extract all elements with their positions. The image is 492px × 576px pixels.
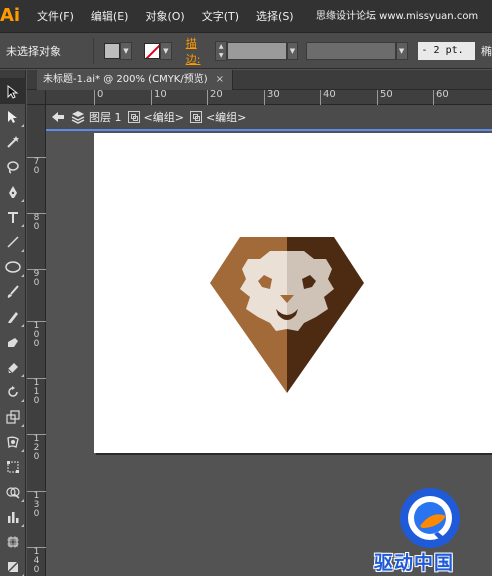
panel-grip[interactable] (0, 70, 25, 79)
ruler-tick: 1 2 0 (27, 434, 46, 462)
pen-tool-icon[interactable] (0, 179, 26, 204)
ruler-tick: 30 (264, 90, 280, 105)
stroke-weight-stepper[interactable]: ▲ ▼ (215, 40, 228, 61)
free-transform-icon[interactable] (0, 454, 26, 479)
isolation-mode-bar: 图层 1 <编组> <编组> (46, 105, 492, 131)
watermark-text: 驱动中国 (374, 552, 455, 574)
stroke-weight-dropdown-icon[interactable]: ▼ (286, 41, 299, 60)
ruler-tick: 1 0 0 (27, 321, 46, 349)
profile-dropdown-icon[interactable]: ▼ (395, 41, 408, 60)
menu-bar: Ai 文件(F) 编辑(E) 对象(O) 文字(T) 选择(S) 思缘设计论坛 … (0, 0, 492, 33)
fill-swatch[interactable] (104, 42, 121, 59)
illustrator-window: Ai 文件(F) 编辑(E) 对象(O) 文字(T) 选择(S) 思缘设计论坛 … (0, 0, 492, 576)
menu-select[interactable]: 选择(S) (256, 8, 294, 24)
document-tab-title: 未标题-1.ai* @ 200% (CMYK/预览) (43, 74, 208, 85)
variable-width-profile[interactable] (306, 41, 396, 60)
breadcrumb-group-2[interactable]: <编组> (206, 109, 246, 125)
menu-object[interactable]: 对象(O) (145, 8, 184, 24)
ruler-tick: 60 (433, 90, 449, 105)
selection-status: 未选择对象 (6, 44, 61, 58)
ruler-tick: 20 (207, 90, 223, 105)
globe-logo-icon (400, 488, 460, 548)
ruler-tick: 1 3 0 (27, 491, 46, 519)
ruler-corner[interactable] (27, 90, 46, 105)
lion-diamond-icon[interactable] (210, 237, 364, 393)
paintbrush-icon[interactable] (0, 279, 26, 304)
layers-icon (71, 110, 85, 124)
app-logo: Ai (0, 5, 21, 26)
brush-weight-field[interactable]: - 2 pt. (417, 41, 475, 60)
back-arrow-icon[interactable] (51, 110, 65, 124)
breadcrumb-group-1[interactable]: <编组> (144, 109, 184, 125)
divider (93, 37, 95, 64)
ellipse-tool-icon[interactable] (0, 254, 26, 279)
magic-wand-icon[interactable] (0, 129, 26, 154)
artboard-tool-icon[interactable] (0, 529, 26, 554)
horizontal-ruler[interactable]: 0 10 20 30 40 50 60 (46, 90, 492, 105)
site-logo-watermark: 驱动中国 (370, 482, 492, 576)
ruler-tick: 1 1 0 (27, 378, 46, 406)
control-bar: 未选择对象 ▼ ▼ 描边: ▲ ▼ ▼ ▼ - 2 pt. 椭 (0, 33, 492, 69)
ruler-tick: 9 0 (27, 269, 46, 288)
ruler-tick: 10 (151, 90, 167, 105)
scale-tool-icon[interactable] (0, 404, 26, 429)
stroke-dropdown-icon[interactable]: ▼ (159, 41, 172, 60)
artboard[interactable] (94, 133, 492, 453)
slice-tool-icon[interactable] (0, 554, 26, 576)
menu-items: 文件(F) 编辑(E) 对象(O) 文字(T) 选择(S) (37, 8, 311, 24)
group-icon (127, 111, 140, 123)
pencil-icon[interactable] (0, 304, 26, 329)
ruler-tick: 0 (94, 90, 103, 105)
ruler-tick: 40 (320, 90, 336, 105)
ruler-tick: 7 0 (27, 157, 46, 176)
stroke-label-link[interactable]: 描边: (186, 35, 211, 67)
ruler-tick: 1 4 0 (27, 547, 46, 575)
menu-edit[interactable]: 编辑(E) (91, 8, 129, 24)
shape-builder-icon[interactable] (0, 479, 26, 504)
shape-label: 椭 (480, 44, 492, 58)
tools-panel (0, 70, 26, 576)
ruler-tick: 50 (377, 90, 393, 105)
line-tool-icon[interactable] (0, 229, 26, 254)
breadcrumb-layer[interactable]: 图层 1 (89, 109, 122, 125)
direct-selection-tool-icon[interactable] (0, 104, 26, 129)
group-icon (189, 111, 202, 123)
document-tab[interactable]: 未标题-1.ai* @ 200% (CMYK/预览) × (37, 70, 234, 90)
selection-tool-icon[interactable] (0, 79, 26, 104)
eraser-icon[interactable] (0, 354, 26, 379)
warp-tool-icon[interactable] (0, 429, 26, 454)
graph-tool-icon[interactable] (0, 504, 26, 529)
vertical-ruler[interactable]: 7 0 8 0 9 0 1 0 0 1 1 0 1 2 0 1 3 0 1 4 … (27, 105, 46, 576)
menu-file[interactable]: 文件(F) (37, 8, 74, 24)
document-tab-bar: 未标题-1.ai* @ 200% (CMYK/预览) × (27, 70, 492, 90)
blob-brush-icon[interactable] (0, 329, 26, 354)
rotate-tool-icon[interactable] (0, 379, 26, 404)
stroke-none-swatch[interactable] (143, 42, 160, 59)
brush-weight-value: 2 pt. (433, 44, 464, 56)
ruler-tick: 8 0 (27, 213, 46, 232)
type-tool-icon[interactable] (0, 204, 26, 229)
close-icon[interactable]: × (216, 70, 224, 90)
site-watermark: 思缘设计论坛 www.missyuan.com (316, 11, 479, 22)
menu-type[interactable]: 文字(T) (202, 8, 239, 24)
lasso-icon[interactable] (0, 154, 26, 179)
fill-dropdown-icon[interactable]: ▼ (120, 41, 132, 60)
stroke-weight-field[interactable] (227, 41, 287, 60)
